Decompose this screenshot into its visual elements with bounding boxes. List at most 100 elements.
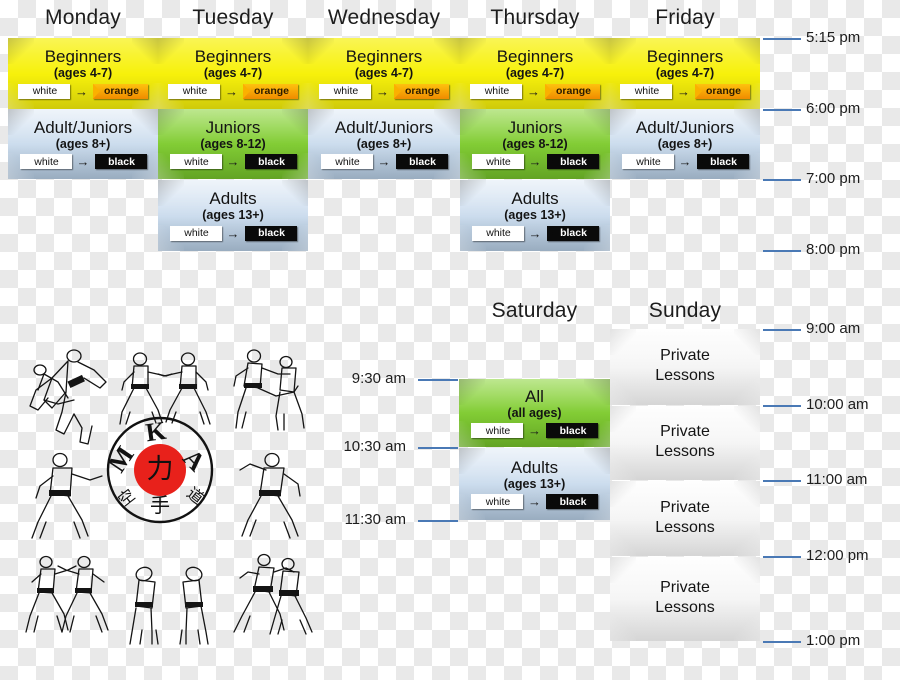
class-ages: (ages 8-12): [200, 136, 266, 151]
class-block-wednesday-adult-juniors[interactable]: Adult/Juniors (ages 8+) white → black: [308, 109, 460, 179]
bevel-corner-tl: [459, 448, 485, 474]
arrow-right-icon: →: [678, 154, 692, 170]
time-tick-line: [763, 641, 801, 643]
belt-chip-white: white: [17, 83, 70, 99]
class-block-text: Adult/Juniors (ages 8+): [34, 119, 132, 155]
day-header-saturday: Saturday: [491, 299, 578, 322]
bevel-corner-tr: [132, 38, 158, 64]
class-ages: (ages 4-7): [655, 66, 715, 81]
bevel-corner-tr: [734, 557, 760, 583]
belt-chip-white: white: [320, 154, 373, 170]
class-title: All: [525, 386, 544, 406]
time-tick-line: [763, 250, 801, 252]
class-block-thursday-juniors[interactable]: Juniors (ages 8-12) white → black: [460, 109, 610, 179]
time-tick-line: [418, 379, 458, 381]
belt-chip-black: black: [696, 154, 749, 170]
class-block-friday-beginners[interactable]: Beginners (ages 4-7) white → orange: [610, 38, 760, 109]
belt-chip-white: white: [169, 225, 222, 241]
class-ages: (ages 4-7): [505, 66, 565, 81]
time-label-9-00-am: 9:00 am: [806, 320, 861, 337]
bevel-corner-tr: [584, 448, 610, 474]
class-block-saturday-adults[interactable]: Adults (ages 13+) white → black: [459, 448, 610, 520]
class-ages: (ages 13+): [202, 208, 264, 223]
belt-progression: white → orange: [619, 83, 750, 99]
bevel-corner-bl: [610, 379, 636, 405]
bevel-corner-tr: [584, 379, 610, 405]
class-block-text: Adult/Juniors (ages 8+): [335, 119, 433, 155]
class-title: Adults: [510, 457, 559, 477]
class-block-friday-adult-juniors[interactable]: Adult/Juniors (ages 8+) white → black: [610, 109, 760, 179]
time-tick-line: [763, 480, 801, 482]
class-block-text: Beginners (ages 4-7): [195, 48, 272, 84]
class-ages: (ages 13+): [503, 476, 566, 491]
belt-chip-white: white: [471, 423, 523, 439]
belt-progression: white → black: [169, 225, 297, 241]
belt-chip-white: white: [471, 154, 524, 170]
arrow-right-icon: →: [526, 83, 540, 99]
arrow-right-icon: →: [528, 423, 541, 439]
class-title: Beginners: [44, 47, 122, 67]
class-title: Beginners: [194, 47, 272, 67]
belt-chip-black: black: [546, 154, 599, 170]
arrow-right-icon: →: [74, 83, 88, 99]
class-block-tuesday-beginners[interactable]: Beginners (ages 4-7) white → orange: [158, 38, 308, 109]
class-block-wednesday-beginners[interactable]: Beginners (ages 4-7) white → orange: [308, 38, 460, 109]
class-block-saturday-all[interactable]: All (all ages) white → black: [459, 379, 610, 447]
belt-chip-white: white: [169, 154, 222, 170]
class-block-sunday-private-lessons-1[interactable]: Private Lessons: [610, 329, 760, 405]
class-block-sunday-private-lessons-2[interactable]: Private Lessons: [610, 406, 760, 480]
time-tick-line: [763, 38, 801, 40]
bevel-corner-tl: [610, 481, 636, 507]
bevel-corner-bl: [610, 615, 636, 641]
bevel-corner-tl: [610, 329, 636, 355]
class-title: Adults: [209, 189, 257, 209]
bevel-corner-tr: [282, 109, 308, 135]
belt-chip-black: black: [546, 225, 599, 241]
belt-chip-white: white: [19, 154, 72, 170]
time-tick-line: [763, 405, 801, 407]
class-block-monday-beginners[interactable]: Beginners (ages 4-7) white → orange: [8, 38, 158, 109]
logo-kanji-power: 力: [147, 454, 174, 485]
class-block-text: Juniors (ages 8-12): [502, 119, 567, 155]
time-tick-line: [763, 109, 801, 111]
class-block-tuesday-juniors[interactable]: Juniors (ages 8-12) white → black: [158, 109, 308, 179]
class-title: Adults: [511, 189, 559, 209]
bevel-corner-tl: [460, 109, 486, 135]
class-block-thursday-beginners[interactable]: Beginners (ages 4-7) white → orange: [460, 38, 610, 109]
time-label-12-00-pm: 12:00 pm: [806, 547, 869, 564]
bevel-corner-tl: [610, 406, 636, 432]
time-label-10-00-am: 10:00 am: [806, 396, 869, 413]
time-label-11-30-am: 11:30 am: [344, 511, 406, 528]
class-block-thursday-adults[interactable]: Adults (ages 13+) white → black: [460, 180, 610, 251]
belt-progression: white → orange: [318, 83, 449, 99]
bevel-corner-tr: [282, 180, 308, 206]
belt-chip-black: black: [546, 494, 598, 510]
bevel-corner-tr: [132, 109, 158, 135]
logo-kanji-do: 道: [183, 483, 207, 508]
bevel-corner-tl: [158, 109, 184, 135]
logo-kanji-te: 手: [150, 493, 170, 517]
bevel-corner-tl: [610, 109, 636, 135]
time-label-9-30-am: 9:30 am: [351, 370, 406, 387]
class-title: Juniors: [205, 117, 261, 137]
belt-chip-black: black: [244, 154, 297, 170]
belt-chip-white: white: [167, 83, 220, 99]
class-block-sunday-private-lessons-3[interactable]: Private Lessons: [610, 481, 760, 556]
belt-progression: white → black: [471, 494, 598, 510]
class-block-text: Private Lessons: [655, 578, 715, 619]
class-block-sunday-private-lessons-4[interactable]: Private Lessons: [610, 557, 760, 641]
class-block-text: Adults (ages 13+): [504, 190, 566, 226]
class-block-monday-adult-juniors[interactable]: Adult/Juniors (ages 8+) white → black: [8, 109, 158, 179]
time-tick-line: [763, 179, 801, 181]
class-block-text: Juniors (ages 8-12): [200, 119, 265, 155]
mka-logo: M K A 力 手 空 道: [102, 414, 216, 526]
class-block-tuesday-adults[interactable]: Adults (ages 13+) white → black: [158, 180, 308, 251]
logo-letter-k: K: [144, 416, 169, 448]
arrow-right-icon: →: [377, 154, 391, 170]
belt-progression: white → black: [19, 154, 147, 170]
class-title: Private Lessons: [655, 423, 715, 460]
class-ages: (ages 8+): [657, 136, 713, 151]
belt-chip-white: white: [471, 494, 523, 510]
bevel-corner-tl: [610, 557, 636, 583]
arrow-right-icon: →: [528, 494, 541, 510]
